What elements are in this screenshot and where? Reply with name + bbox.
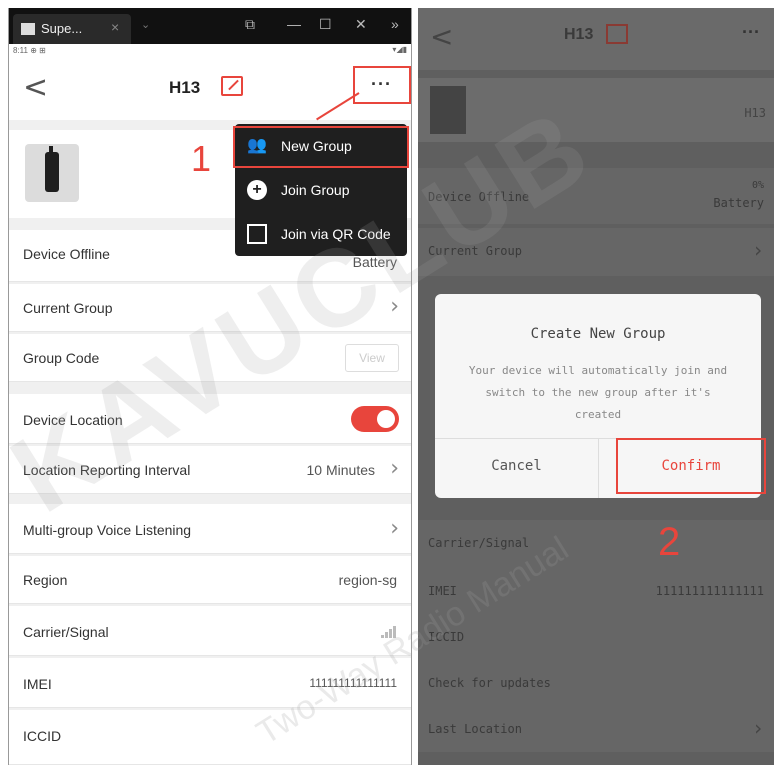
- device-image: [25, 144, 79, 202]
- carrier-row: Carrier/Signal: [418, 520, 774, 568]
- chevron-right-icon: ›: [390, 516, 399, 541]
- carrier-row: Carrier/Signal: [9, 606, 411, 656]
- maximize-icon[interactable]: ☐: [319, 16, 332, 33]
- dialog-message: Your device will automatically join and …: [468, 364, 728, 421]
- check-updates-label: Check for updates: [428, 676, 551, 690]
- window-tab[interactable]: Supe... ×: [13, 14, 131, 44]
- device-name: H13: [744, 106, 766, 120]
- device-status-label: Device Offline: [23, 246, 110, 262]
- chevron-down-icon[interactable]: ⌄: [141, 18, 150, 31]
- confirm-button[interactable]: Confirm: [616, 438, 766, 494]
- location-interval-value: 10 Minutes: [306, 462, 375, 478]
- cancel-button[interactable]: Cancel: [435, 458, 598, 474]
- dialog-button-divider: [598, 438, 599, 498]
- device-location-toggle[interactable]: [351, 406, 399, 432]
- highlight-box-new-group: [233, 126, 409, 168]
- page-title: H13: [169, 78, 201, 97]
- step-number: 2: [658, 520, 681, 564]
- phone-status-bar: 8:11 ⊕ ⊞ ▾◢▮: [9, 44, 411, 58]
- close-window-icon[interactable]: ✕: [355, 16, 367, 33]
- status-time: 8:11 ⊕ ⊞: [13, 46, 46, 55]
- restore-window-icon[interactable]: ⧉: [245, 16, 255, 33]
- imei-value: 111111111111111: [655, 584, 764, 598]
- iccid-row: ICCID: [9, 710, 411, 765]
- minimize-icon[interactable]: —: [287, 16, 301, 32]
- battery-label: Battery: [713, 196, 764, 210]
- region-value: region-sg: [338, 572, 397, 588]
- group-code-label: Group Code: [23, 350, 100, 366]
- back-icon[interactable]: <: [23, 70, 48, 105]
- step-number: 1: [191, 138, 212, 179]
- close-tab-icon[interactable]: ×: [111, 19, 119, 35]
- check-updates-row[interactable]: Check for updates: [418, 660, 774, 706]
- radio-body: [45, 152, 59, 192]
- menu-item-label: Join Group: [281, 182, 350, 198]
- plus-circle-icon: +: [247, 180, 267, 200]
- app-icon: [21, 23, 35, 35]
- chevron-right-icon: ›: [751, 238, 764, 262]
- last-location-row[interactable]: Last Location ›: [418, 706, 774, 752]
- nav-bar: < H13 ···: [9, 58, 411, 120]
- imei-label: IMEI: [23, 676, 52, 692]
- dialog-title: Create New Group: [530, 326, 666, 342]
- carrier-label: Carrier/Signal: [23, 624, 109, 640]
- carrier-label: Carrier/Signal: [428, 536, 530, 550]
- device-image: [430, 86, 466, 134]
- window-titlebar: Supe... × ⌄ ⧉ — ☐ ✕ »: [9, 8, 411, 44]
- region-row: Region region-sg: [9, 556, 411, 604]
- region-label: Region: [23, 572, 68, 588]
- current-group-label: Current Group: [23, 300, 113, 316]
- qr-code-icon: [247, 224, 267, 244]
- iccid-label: ICCID: [23, 728, 62, 744]
- last-location-label: Last Location: [428, 722, 522, 736]
- back-icon[interactable]: <: [430, 20, 453, 53]
- battery-percent: 0%: [751, 180, 764, 191]
- chevron-right-icon: ›: [390, 456, 399, 481]
- edit-icon[interactable]: [221, 76, 243, 96]
- window-tab-title: Supe...: [41, 21, 83, 36]
- more-icon: ···: [371, 74, 392, 94]
- more-options-button[interactable]: ···: [353, 66, 411, 104]
- create-group-dialog: Create New Group Your device will automa…: [435, 294, 766, 498]
- overflow-icon[interactable]: »: [391, 16, 399, 32]
- page-title: H13: [564, 26, 594, 43]
- more-icon[interactable]: ···: [742, 22, 760, 43]
- status-icons: ▾◢▮: [392, 45, 407, 54]
- chevron-right-icon: ›: [751, 716, 764, 740]
